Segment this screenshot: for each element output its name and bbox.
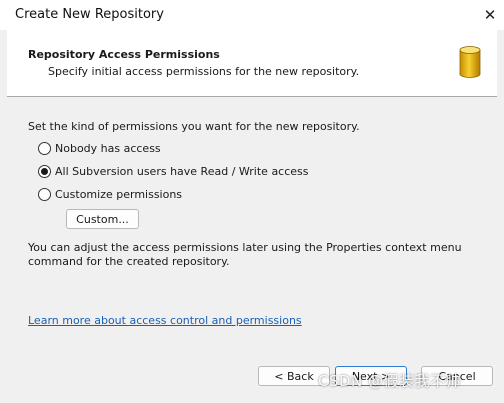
database-icon (459, 46, 481, 78)
close-icon[interactable]: ✕ (481, 6, 499, 24)
radio-customize[interactable]: Customize permissions (38, 186, 182, 202)
left-edge (0, 30, 7, 403)
title-bar: Create New Repository ✕ (0, 0, 504, 30)
radio-nobody[interactable]: Nobody has access (38, 140, 161, 156)
radio-all-users[interactable]: All Subversion users have Read / Write a… (38, 163, 309, 179)
learn-more-link[interactable]: Learn more about access control and perm… (28, 314, 302, 327)
window-title: Create New Repository (15, 7, 164, 22)
permissions-prompt: Set the kind of permissions you want for… (28, 120, 360, 133)
radio-label: Nobody has access (55, 141, 161, 155)
wizard-header: Repository Access Permissions Specify in… (7, 30, 497, 97)
watermark: CSDN @假装我不帅 (318, 372, 462, 390)
custom-button[interactable]: Custom... (66, 209, 139, 229)
radio-button[interactable] (38, 187, 51, 201)
header-title: Repository Access Permissions (28, 48, 220, 61)
radio-label: Customize permissions (55, 187, 183, 201)
permissions-note: You can adjust the access permissions la… (28, 241, 462, 268)
radio-button[interactable] (38, 141, 51, 155)
radio-button[interactable] (38, 164, 51, 178)
radio-label: All Subversion users have Read / Write a… (55, 164, 309, 178)
header-subtitle: Specify initial access permissions for t… (48, 65, 360, 78)
